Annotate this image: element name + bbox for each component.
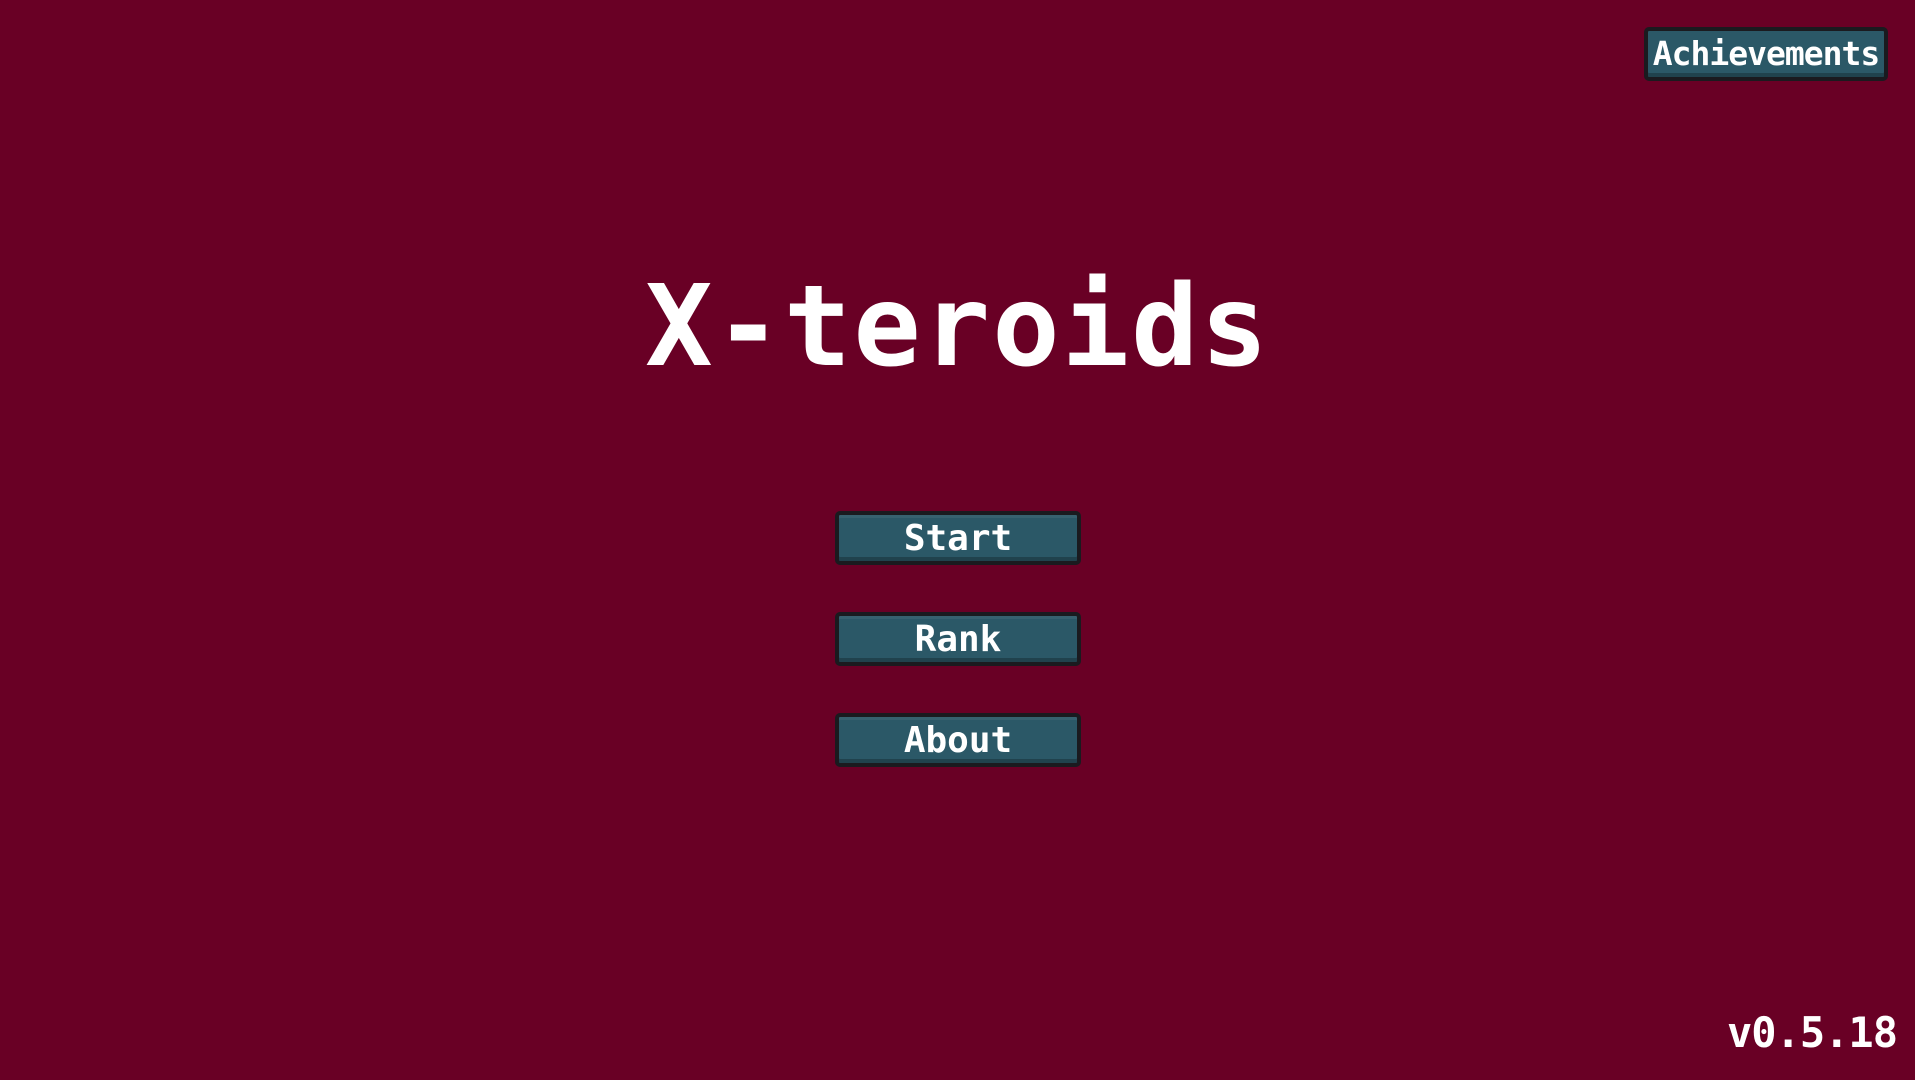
version-label: v0.5.18 — [1726, 1008, 1898, 1057]
start-button[interactable]: Start — [835, 511, 1081, 565]
achievements-button[interactable]: Achievements — [1644, 27, 1888, 81]
game-title: X-teroids — [645, 262, 1270, 392]
rank-button[interactable]: Rank — [835, 612, 1081, 666]
main-menu-screen: Achievements X-teroids Start Rank About … — [0, 0, 1915, 1080]
about-button[interactable]: About — [835, 713, 1081, 767]
